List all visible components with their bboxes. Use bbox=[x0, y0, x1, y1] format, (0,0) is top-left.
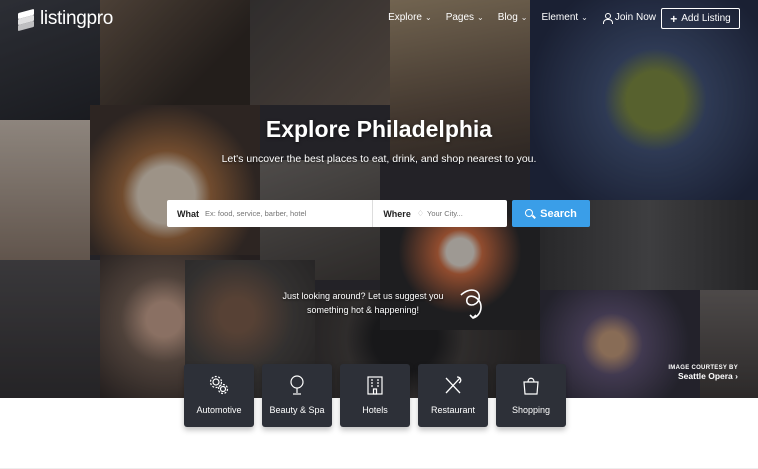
category-restaurant[interactable]: Restaurant bbox=[418, 364, 488, 427]
nav-menu: Explore ⌄ Pages ⌄ Blog ⌄ Element ⌄ Join … bbox=[388, 12, 656, 24]
nav-item-element[interactable]: Element ⌄ bbox=[541, 12, 587, 23]
category-beauty-spa[interactable]: Beauty & Spa bbox=[262, 364, 332, 427]
building-icon bbox=[367, 376, 383, 395]
category-label: Hotels bbox=[362, 405, 388, 415]
what-label: What bbox=[177, 208, 199, 219]
chevron-down-icon: ⌄ bbox=[424, 13, 432, 22]
search-button[interactable]: Search bbox=[512, 200, 590, 227]
chevron-down-icon: ⌄ bbox=[581, 13, 588, 22]
location-diamond-icon: ♢ bbox=[416, 209, 424, 218]
category-label: Restaurant bbox=[430, 405, 476, 415]
utensils-icon bbox=[445, 376, 462, 394]
nav-item-blog[interactable]: Blog ⌄ bbox=[498, 12, 528, 23]
category-hotels[interactable]: Hotels bbox=[340, 364, 410, 427]
nav-item-label: Pages bbox=[445, 12, 475, 23]
chevron-down-icon: ⌄ bbox=[520, 13, 528, 22]
logo-text: listingpro bbox=[40, 8, 114, 29]
add-listing-button[interactable]: + Add Listing bbox=[661, 8, 740, 29]
what-search-input[interactable] bbox=[205, 209, 373, 218]
nav-item-label: Explore bbox=[388, 12, 422, 23]
nav-item-explore[interactable]: Explore ⌄ bbox=[388, 12, 432, 23]
image-courtesy[interactable]: IMAGE COURTESY BY Seattle Opera › bbox=[668, 365, 738, 381]
where-label: Where bbox=[383, 208, 411, 219]
hero-subtitle: Let's uncover the best places to eat, dr… bbox=[221, 153, 537, 165]
suggest-text: Just looking around? Let us suggest you … bbox=[278, 289, 448, 317]
mirror-icon bbox=[290, 375, 304, 395]
nav-item-label: Blog bbox=[497, 12, 518, 23]
curly-arrow-icon bbox=[460, 289, 482, 320]
nav-item-label: Element bbox=[541, 12, 579, 23]
where-location-input[interactable] bbox=[427, 209, 507, 218]
category-label: Beauty & Spa bbox=[269, 405, 325, 415]
courtesy-source: Seattle Opera › bbox=[677, 371, 738, 381]
category-automotive[interactable]: Automotive bbox=[184, 364, 254, 427]
cogs-icon bbox=[209, 375, 229, 395]
category-list: Automotive Beauty & Spa Hotels Restauran… bbox=[184, 364, 566, 427]
search-icon bbox=[525, 208, 535, 219]
search-bar: What Where ♢ bbox=[167, 200, 507, 227]
hero-background bbox=[0, 0, 758, 398]
category-shopping[interactable]: Shopping bbox=[496, 364, 566, 427]
chevron-down-icon: ⌄ bbox=[477, 13, 484, 22]
join-now-label: Join Now bbox=[614, 12, 656, 23]
category-label: Automotive bbox=[196, 405, 242, 415]
hero-title: Explore Philadelphia bbox=[265, 116, 493, 142]
top-navigation: listingpro Explore ⌄ Pages ⌄ Blog ⌄ Elem… bbox=[0, 0, 758, 38]
join-now-link[interactable]: Join Now bbox=[602, 12, 656, 24]
nav-item-pages[interactable]: Pages ⌄ bbox=[446, 12, 484, 23]
suggest-line-1: Just looking around? Let us suggest you bbox=[282, 291, 444, 301]
category-label: Shopping bbox=[511, 405, 551, 415]
suggest-line-2: something hot & happening! bbox=[306, 305, 420, 315]
site-logo[interactable]: listingpro bbox=[16, 8, 114, 32]
user-icon bbox=[602, 12, 613, 24]
logo-stack-icon bbox=[16, 8, 36, 32]
search-button-label: Search bbox=[540, 207, 577, 220]
plus-icon: + bbox=[670, 11, 678, 26]
add-listing-label: Add Listing bbox=[681, 13, 731, 24]
hero-overlay bbox=[0, 0, 758, 398]
shopping-bag-icon bbox=[523, 377, 539, 395]
